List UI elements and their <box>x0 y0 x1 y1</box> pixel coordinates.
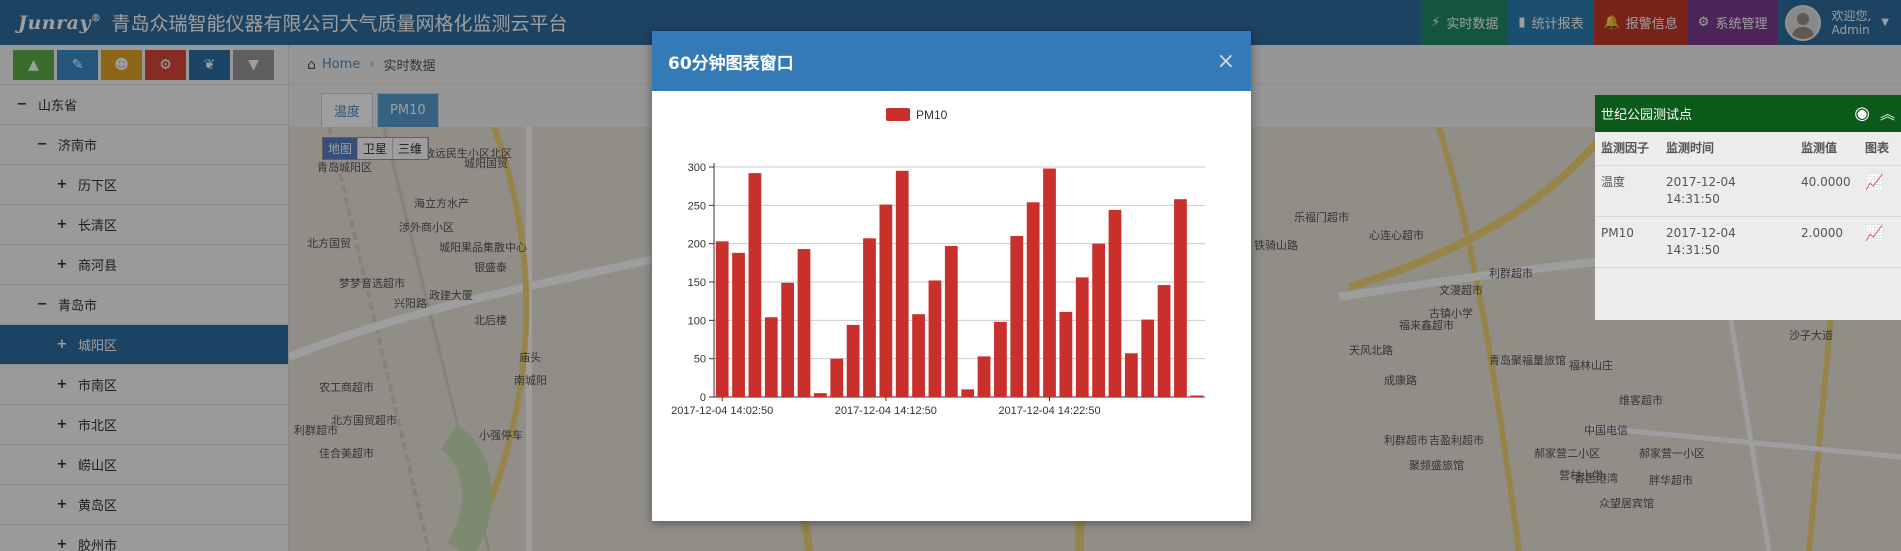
bar <box>879 204 893 397</box>
bar <box>846 324 860 397</box>
bar <box>928 280 942 397</box>
y-tick-label: 150 <box>688 277 706 289</box>
bar <box>1010 236 1024 397</box>
bar <box>732 252 745 397</box>
bar <box>1043 168 1056 397</box>
bar <box>1157 285 1171 397</box>
row-time: 2017-12-04 14:31:50 <box>1660 216 1795 268</box>
pm10-bar-chart: PM10 0 50 100 150 200 250 300 2017-12-04 14:02:5… <box>671 108 1205 417</box>
bar <box>748 173 762 397</box>
row-factor: PM10 <box>1595 216 1660 268</box>
y-tick-label: 50 <box>694 354 706 366</box>
bar <box>895 170 909 397</box>
col-chart: 图表 <box>1859 132 1901 166</box>
bar <box>830 358 844 397</box>
bar <box>1174 199 1187 397</box>
legend-label: PM10 <box>916 108 948 122</box>
bar <box>1026 202 1040 397</box>
line-chart-icon[interactable]: 📈 <box>1865 173 1884 191</box>
x-tick-label: 2017-12-04 14:02:50 <box>671 405 773 417</box>
bar <box>1059 311 1073 397</box>
bar <box>814 393 827 397</box>
bar <box>781 282 795 397</box>
bar <box>961 389 975 397</box>
x-tick-label: 2017-12-04 14:22:50 <box>998 405 1100 417</box>
bar <box>764 317 778 397</box>
bar <box>715 241 729 397</box>
chart-modal: 60分钟图表窗口 × PM10 0 50 100 150 200 250 300 2017-12… <box>652 31 1251 521</box>
bar <box>944 245 958 397</box>
bar <box>977 356 991 397</box>
bar <box>912 314 925 397</box>
table-header-row: 监测因子 监测时间 监测值 图表 <box>1595 132 1901 166</box>
bar <box>1124 353 1138 397</box>
chevron-up-icon[interactable]: ︽ <box>1880 103 1895 124</box>
row-time: 2017-12-04 14:31:50 <box>1660 165 1795 217</box>
bar <box>1141 319 1155 397</box>
table-row: PM10 2017-12-04 14:31:50 2.0000 📈 <box>1595 216 1901 268</box>
table-row: 温度 2017-12-04 14:31:50 40.0000 📈 <box>1595 165 1901 217</box>
row-value: 2.0000 <box>1795 216 1859 268</box>
station-panel: 世纪公园测试点 ◉ ︽ 监测因子 监测时间 监测值 图表 温度 2017-12-… <box>1595 95 1901 320</box>
col-factor: 监测因子 <box>1595 132 1660 166</box>
col-time: 监测时间 <box>1660 132 1795 166</box>
y-tick-label: 0 <box>700 392 706 404</box>
line-chart-icon[interactable]: 📈 <box>1865 224 1884 242</box>
bar <box>1092 243 1105 397</box>
x-tick-label: 2017-12-04 14:12:50 <box>835 405 937 417</box>
bar <box>1108 209 1122 397</box>
modal-header: 60分钟图表窗口 × <box>652 31 1251 91</box>
bar <box>797 249 811 397</box>
y-tick-label: 250 <box>688 200 706 212</box>
bar <box>1075 277 1089 397</box>
modal-title: 60分钟图表窗口 <box>668 53 794 74</box>
legend-swatch <box>886 108 910 121</box>
bar <box>1190 395 1204 397</box>
col-value: 监测值 <box>1795 132 1859 166</box>
row-value: 40.0000 <box>1795 165 1859 217</box>
station-table: 监测因子 监测时间 监测值 图表 温度 2017-12-04 14:31:50 … <box>1595 132 1901 268</box>
modal-body: PM10 0 50 100 150 200 250 300 2017-12-04 14:02:5… <box>652 91 1251 521</box>
y-tick-label: 200 <box>688 239 706 251</box>
y-tick-label: 100 <box>688 315 706 327</box>
bar <box>863 238 876 397</box>
eye-icon[interactable]: ◉ <box>1854 103 1870 124</box>
station-title: 世纪公园测试点 <box>1601 108 1693 123</box>
close-icon[interactable]: × <box>1217 49 1235 74</box>
y-tick-label: 300 <box>688 162 706 174</box>
station-header: 世纪公园测试点 ◉ ︽ <box>1595 95 1901 132</box>
row-factor: 温度 <box>1595 165 1660 217</box>
bar <box>994 321 1007 397</box>
